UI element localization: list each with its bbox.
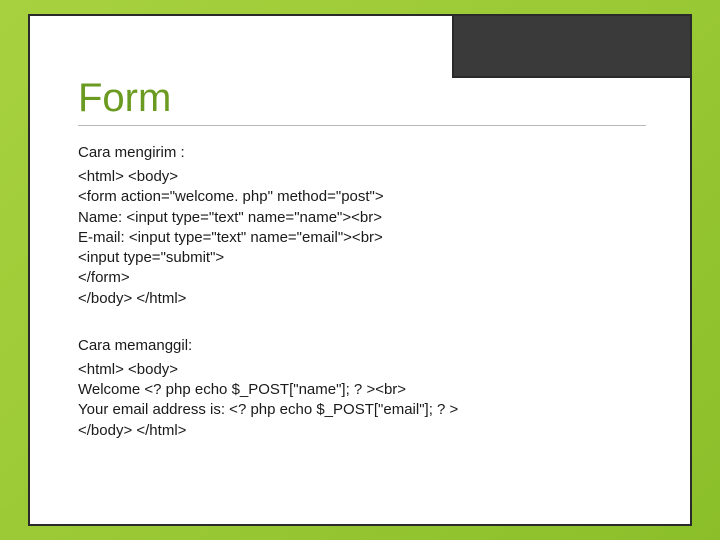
title-underline [78, 125, 646, 126]
code-line: <html> <body> [78, 360, 646, 380]
slide-container: Form Cara mengirim : <html> <body> <form… [28, 14, 692, 526]
code-block-2: <html> <body> Welcome <? php echo $_POST… [78, 360, 646, 441]
code-line: <form action="welcome. php" method="post… [78, 187, 646, 207]
code-line: <input type="submit"> [78, 248, 646, 268]
code-line: <html> <body> [78, 167, 646, 187]
code-line: E-mail: <input type="text" name="email">… [78, 228, 646, 248]
code-line: Your email address is: <? php echo $_POS… [78, 400, 646, 420]
code-line: </body> </html> [78, 421, 646, 441]
code-line: Name: <input type="text" name="name"><br… [78, 208, 646, 228]
slide-title: Form [78, 76, 646, 121]
code-line: </form> [78, 268, 646, 288]
section-2-label: Cara memanggil: [78, 337, 646, 354]
code-block-1: <html> <body> <form action="welcome. php… [78, 167, 646, 309]
code-line: Welcome <? php echo $_POST["name"]; ? ><… [78, 380, 646, 400]
section-1-label: Cara mengirim : [78, 144, 646, 161]
corner-decoration [452, 14, 692, 78]
code-line: </body> </html> [78, 289, 646, 309]
slide-content: Form Cara mengirim : <html> <body> <form… [30, 16, 690, 489]
